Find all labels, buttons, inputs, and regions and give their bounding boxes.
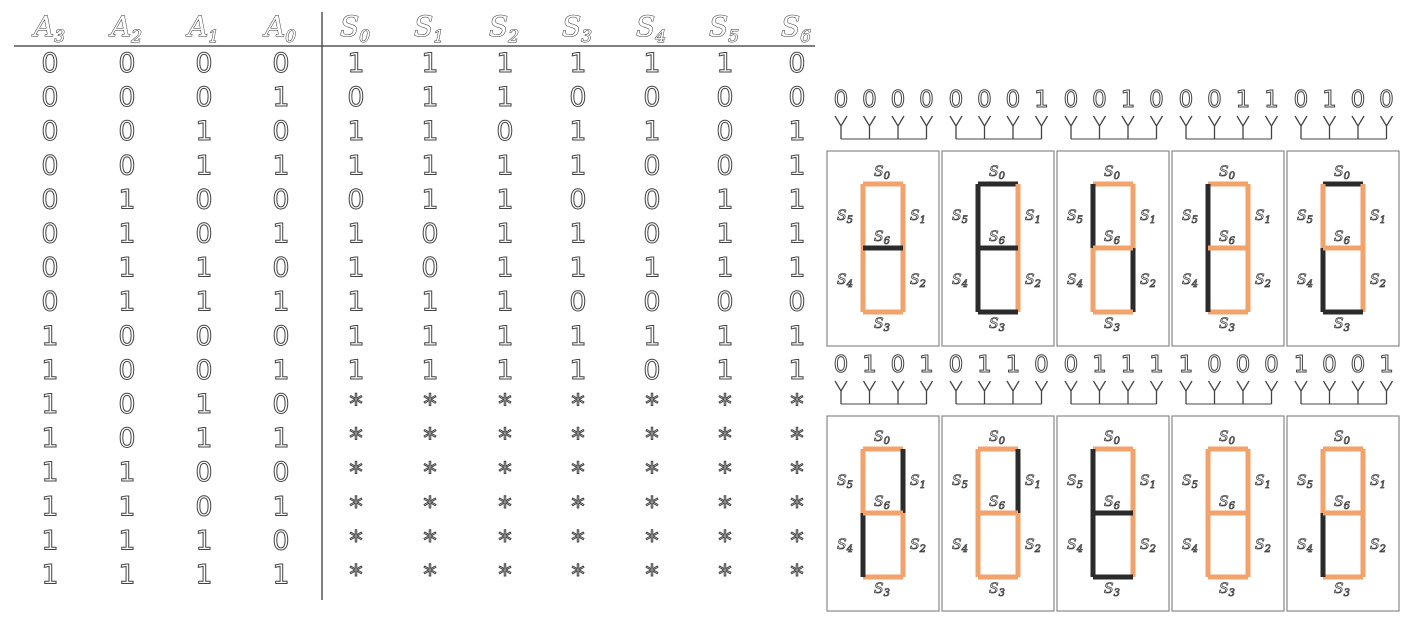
input-connector [1236,380,1250,404]
input-bit: 0 [1236,352,1251,378]
input-connector [1064,380,1078,404]
input-connector [862,380,877,404]
input-bit: 1 [1264,87,1279,113]
input-connector [1006,115,1020,139]
display-2: 0 0 1 0S0S1S2S3S4S5S6 [1056,87,1170,347]
input-bit: 0 [1149,87,1164,113]
input-connector [891,380,905,404]
input-connector [1379,115,1394,139]
input-connector [949,380,963,404]
input-connector [891,115,905,139]
input-bit: 0 [834,352,849,378]
seven-segment-displays: 0 0 0 0S0S1S2S3S4S5S60 0 0 1S0S1S2S3S4S5S60 0 1 0… [826,87,1400,612]
input-connector [1236,115,1250,139]
input-bit: 0 [919,87,934,113]
display-5: 0 1 0 1S0S1S2S3S4S5S6 [826,352,940,612]
input-connector [1351,380,1365,404]
input-bit: 1 [977,352,992,378]
input-connector [977,115,992,139]
input-bit: 0 [1207,87,1222,113]
input-bit: 0 [1092,87,1107,113]
input-connector [1179,380,1193,404]
input-connector [1121,380,1135,404]
input-connector [1322,380,1337,404]
input-bit: 0 [1351,352,1366,378]
input-connector [1064,115,1078,139]
input-connector [977,380,992,404]
input-bit: 1 [1179,352,1194,378]
input-connector [1379,380,1394,404]
input-bit: 0 [891,352,906,378]
input-bit: 0 [949,87,964,113]
input-bit: 0 [1179,87,1194,113]
input-bit: 0 [834,87,849,113]
input-connector [1264,380,1279,404]
input-bit: 0 [862,87,877,113]
input-connector [919,115,934,139]
input-bit: 1 [1121,352,1136,378]
input-bit: 0 [1379,87,1394,113]
input-bit: 0 [977,87,992,113]
input-bit: 0 [1006,87,1021,113]
display-3: 0 0 1 1S0S1S2S3S4S5S6 [1171,87,1285,347]
input-connector [834,115,848,139]
display-8: 1 0 0 0S0S1S2S3S4S5S6 [1171,352,1285,612]
input-bit: 0 [1322,352,1337,378]
input-connector [1034,380,1049,404]
input-bit: 0 [1351,87,1366,113]
input-connector [1149,380,1164,404]
input-bit: 0 [949,352,964,378]
input-connector [1034,115,1049,139]
input-bit: 1 [1121,87,1136,113]
input-bit: 1 [1236,87,1251,113]
input-connector [949,115,963,139]
input-bit: 1 [1379,352,1394,378]
input-bit: 0 [1294,87,1309,113]
input-connector [1351,115,1365,139]
input-bit: 1 [919,352,934,378]
input-bit: 1 [1149,352,1164,378]
input-bit: 0 [1064,87,1079,113]
input-bit: 0 [1034,352,1049,378]
input-bit: 0 [1207,352,1222,378]
input-connector [1322,115,1337,139]
input-connector [919,380,934,404]
input-connector [1294,380,1308,404]
input-bit: 1 [1006,352,1021,378]
input-bit: 1 [862,352,877,378]
input-connector [1149,115,1164,139]
display-1: 0 0 0 1S0S1S2S3S4S5S6 [941,87,1055,347]
input-connector [1179,115,1193,139]
input-bit: 0 [891,87,906,113]
display-0: 0 0 0 0S0S1S2S3S4S5S6 [826,87,940,347]
display-7: 0 1 1 1S0S1S2S3S4S5S6 [1056,352,1170,612]
input-connector [834,380,848,404]
input-connector [862,115,877,139]
display-6: 0 1 1 0S0S1S2S3S4S5S6 [941,352,1055,612]
input-bit: 1 [1322,87,1337,113]
input-bit: 0 [1264,352,1279,378]
display-9: 1 0 0 1S0S1S2S3S4S5S6 [1286,352,1400,612]
input-bit: 1 [1294,352,1309,378]
display-4: 0 1 0 0S0S1S2S3S4S5S6 [1286,87,1400,347]
input-connector [1092,380,1107,404]
input-bit: 0 [1064,352,1079,378]
input-connector [1207,380,1222,404]
input-bit: 1 [1034,87,1049,113]
input-connector [1207,115,1222,139]
input-connector [1264,115,1279,139]
input-connector [1092,115,1107,139]
input-connector [1121,115,1135,139]
input-bit: 1 [1092,352,1107,378]
input-connector [1006,380,1020,404]
input-connector [1294,115,1308,139]
